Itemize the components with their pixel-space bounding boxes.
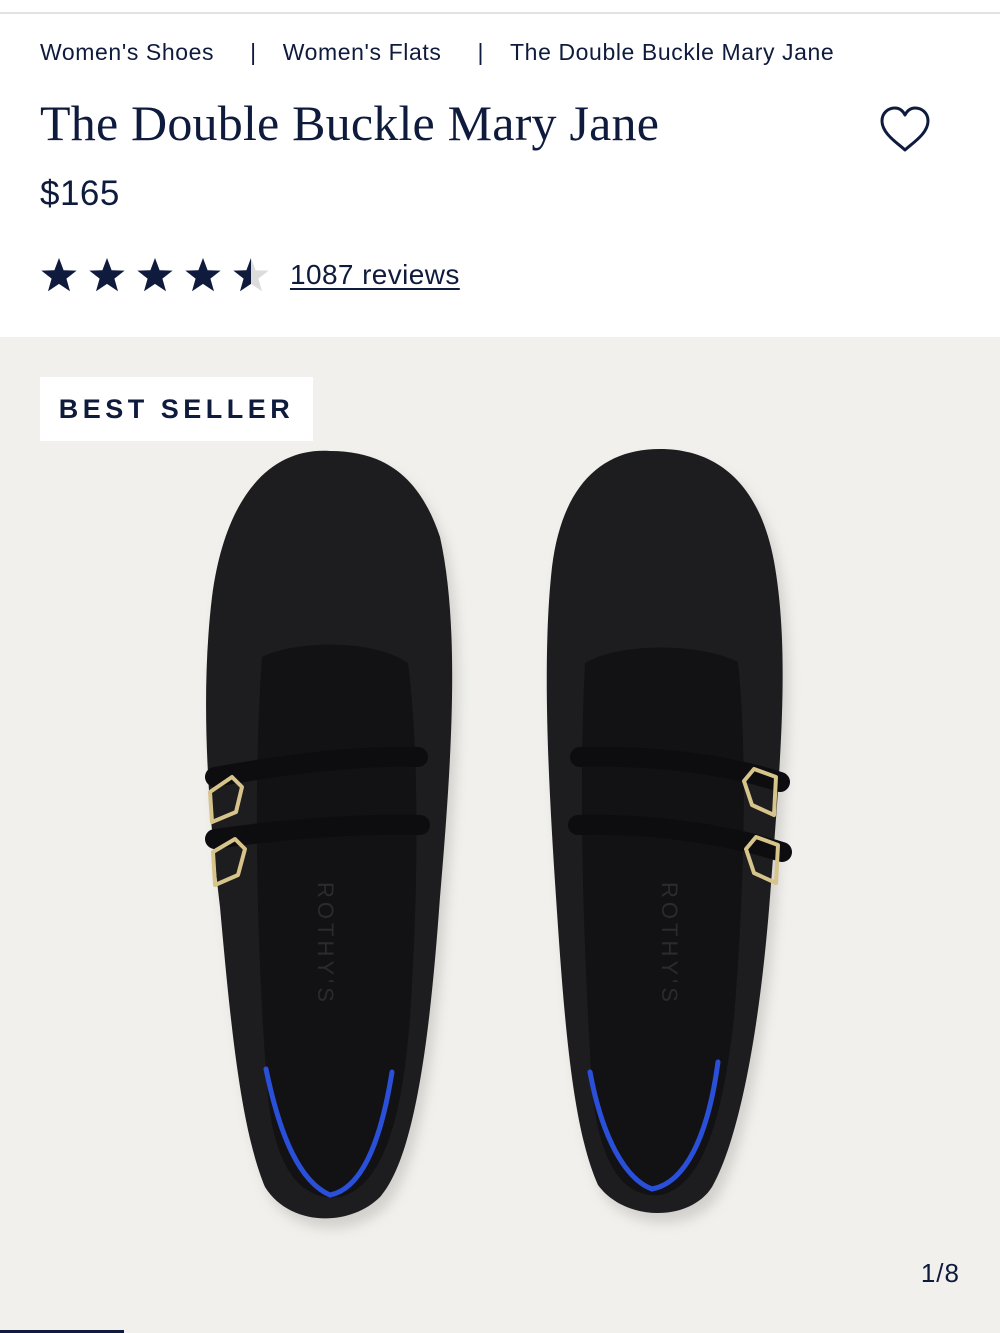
svg-text:ROTHY'S: ROTHY'S <box>313 882 338 1006</box>
breadcrumb-womens-flats[interactable]: Women's Flats <box>283 39 442 66</box>
star-icon <box>41 258 77 292</box>
product-title: The Double Buckle Mary Jane <box>40 95 660 151</box>
breadcrumb-current-product[interactable]: The Double Buckle Mary Jane <box>510 39 834 66</box>
top-divider <box>0 12 1000 14</box>
image-counter: 1/8 <box>920 1258 960 1288</box>
left-shoe: ROTHY'S <box>205 450 459 1229</box>
breadcrumb: Women's Shoes | Women's Flats | The Doub… <box>40 36 834 68</box>
svg-text:ROTHY'S: ROTHY'S <box>657 882 682 1006</box>
star-icon <box>89 258 125 292</box>
breadcrumb-womens-shoes[interactable]: Women's Shoes <box>40 39 214 66</box>
product-image: ROTHY'S ROTHY'S <box>205 449 792 1229</box>
star-icon <box>185 258 221 292</box>
rating-row: 1087 reviews <box>40 252 460 298</box>
product-image-gallery[interactable]: ROTHY'S ROTHY'S BEST SELLER 1/8 <box>0 337 1000 1333</box>
product-price: $165 <box>40 174 120 213</box>
star-icon <box>137 258 173 292</box>
add-to-favorites-button[interactable] <box>874 100 936 160</box>
reviews-link[interactable]: 1087 reviews <box>290 259 460 291</box>
heart-outline-icon <box>880 106 930 152</box>
star-rating <box>40 256 280 294</box>
breadcrumb-separator: | <box>477 38 485 65</box>
breadcrumb-separator: | <box>250 38 257 65</box>
right-shoe: ROTHY'S <box>546 449 792 1224</box>
best-seller-badge: BEST SELLER <box>40 377 313 441</box>
star-icon <box>233 258 269 292</box>
